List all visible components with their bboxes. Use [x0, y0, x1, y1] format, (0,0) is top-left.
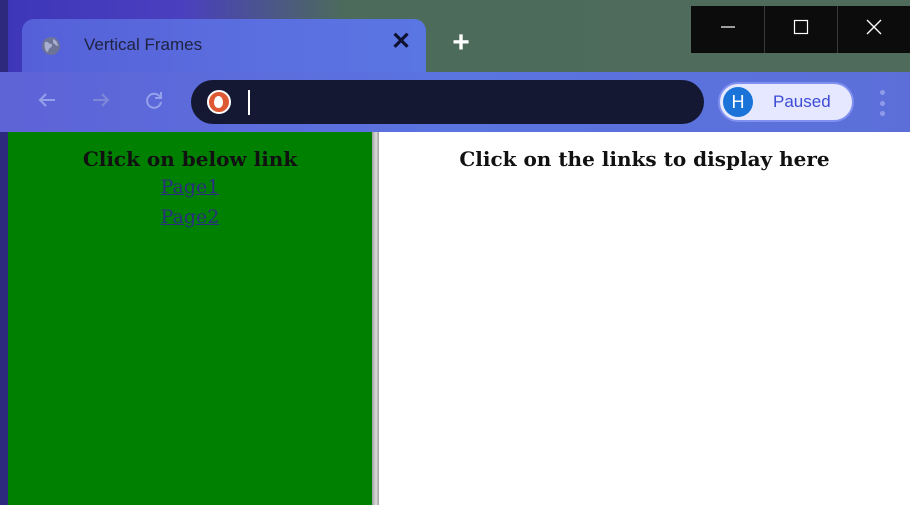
tab-close-icon[interactable]: ✕	[390, 30, 412, 54]
right-frame-heading: Click on the links to display here	[459, 147, 830, 171]
profile-button[interactable]: H Paused	[718, 82, 854, 122]
duckduckgo-icon	[207, 90, 231, 114]
globe-icon	[41, 36, 61, 56]
frame-divider[interactable]	[372, 132, 379, 505]
menu-dots-icon[interactable]	[878, 90, 886, 116]
close-window-button[interactable]	[837, 6, 910, 53]
maximize-icon	[793, 19, 809, 40]
avatar: H	[723, 87, 753, 117]
browser-window: Vertical Frames ✕ + H Paused Click on be…	[0, 0, 910, 505]
profile-status: Paused	[773, 92, 831, 111]
forward-button[interactable]	[88, 89, 114, 115]
text-cursor	[248, 90, 250, 115]
page-content: Click on below link Page1 Page2 Click on…	[8, 132, 910, 505]
tab-vertical-frames[interactable]: Vertical Frames ✕	[22, 19, 426, 72]
tab-title: Vertical Frames	[84, 35, 203, 54]
address-bar[interactable]	[191, 80, 704, 124]
reload-icon	[143, 90, 165, 117]
arrow-right-icon	[90, 90, 112, 117]
left-frame-heading: Click on below link	[82, 147, 298, 171]
new-tab-button[interactable]: +	[448, 28, 474, 58]
back-button[interactable]	[34, 89, 60, 115]
browser-toolbar: H Paused	[0, 72, 910, 132]
left-frame: Click on below link Page1 Page2	[8, 132, 372, 505]
arrow-left-icon	[36, 90, 58, 117]
maximize-button[interactable]	[764, 6, 837, 53]
close-icon	[865, 18, 883, 41]
tab-strip: Vertical Frames ✕ +	[0, 0, 910, 72]
minimize-icon	[720, 19, 736, 40]
page1-link[interactable]: Page1	[8, 172, 372, 202]
window-controls	[691, 6, 910, 53]
minimize-button[interactable]	[691, 6, 764, 53]
page2-link[interactable]: Page2	[8, 202, 372, 232]
right-frame: Click on the links to display here	[379, 132, 910, 505]
reload-button[interactable]	[141, 89, 167, 115]
